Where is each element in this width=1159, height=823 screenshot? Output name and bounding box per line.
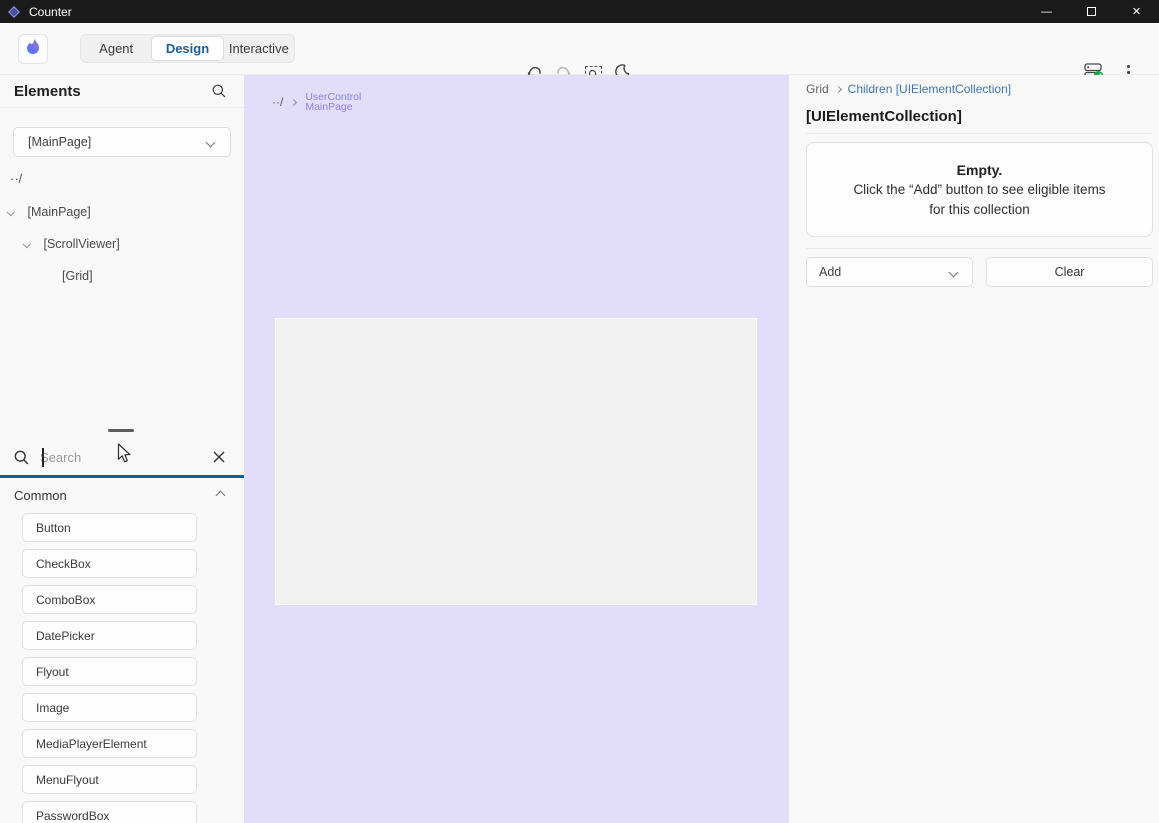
mode-switcher: Agent Design Interactive <box>80 34 295 63</box>
toolbar: Agent Design Interactive <box>0 23 1159 75</box>
empty-title: Empty. <box>807 160 1152 180</box>
add-dropdown[interactable]: Add <box>806 257 973 287</box>
toolbox-item-combobox[interactable]: ComboBox <box>22 585 197 614</box>
toolbox-section-common[interactable]: Common <box>0 484 244 506</box>
hot-design-flame-button[interactable] <box>18 34 48 64</box>
breadcrumb-grid[interactable]: Grid <box>806 82 829 96</box>
design-canvas[interactable]: ··/ UserControl MainPage <box>244 75 789 823</box>
elements-panel-header: Elements <box>0 75 244 108</box>
tree-item-label: [Grid] <box>62 269 93 283</box>
expander-chevron-icon[interactable] <box>7 208 15 216</box>
toolbox-item-button[interactable]: Button <box>22 513 197 542</box>
page-selector-dropdown[interactable]: [MainPage] <box>13 127 231 157</box>
tree-item-label: [MainPage] <box>28 205 91 219</box>
chevron-up-icon <box>216 490 226 500</box>
tab-agent[interactable]: Agent <box>81 35 151 62</box>
mainpage-design-surface[interactable] <box>275 318 757 605</box>
minimize-button[interactable]: — <box>1024 0 1069 23</box>
tree-item-scrollviewer[interactable]: [ScrollViewer] <box>24 234 120 254</box>
close-icon: ✕ <box>1132 5 1141 18</box>
maximize-icon <box>1087 7 1096 16</box>
toolbox-item-datepicker[interactable]: DatePicker <box>22 621 197 650</box>
empty-message-line2: for this collection <box>807 200 1152 220</box>
section-title: Common <box>14 488 217 503</box>
text-caret <box>42 448 44 467</box>
control-name-label: MainPage <box>305 102 361 112</box>
search-icon <box>211 83 227 102</box>
collection-title: [UIElementCollection] <box>806 108 962 125</box>
tree-root-crumb[interactable]: ··/ <box>10 171 22 186</box>
flame-icon <box>24 38 42 60</box>
chevron-right-icon <box>290 98 297 105</box>
tab-interactive[interactable]: Interactive <box>224 35 294 62</box>
tree-item-mainpage[interactable]: [MainPage] <box>8 202 91 222</box>
window-controls: — ✕ <box>1024 0 1159 23</box>
breadcrumb-children-collection[interactable]: Children [UIElementCollection] <box>848 82 1011 96</box>
app-logo-icon <box>7 5 21 19</box>
maximize-button[interactable] <box>1069 0 1114 23</box>
toolbox-item-menuflyout[interactable]: MenuFlyout <box>22 765 197 794</box>
breadcrumb-root[interactable]: ··/ <box>272 95 283 109</box>
toolbox-item-checkbox[interactable]: CheckBox <box>22 549 197 578</box>
property-breadcrumb: Grid Children [UIElementCollection] <box>806 82 1011 96</box>
chevron-right-icon <box>835 85 842 92</box>
elements-panel-title: Elements <box>14 83 81 100</box>
chevron-down-icon <box>206 137 216 147</box>
window-title: Counter <box>29 5 72 19</box>
toolbox-item-image[interactable]: Image <box>22 693 197 722</box>
tab-design[interactable]: Design <box>151 36 223 61</box>
add-dropdown-label: Add <box>819 265 950 279</box>
tree-item-grid[interactable]: [Grid] <box>62 266 93 286</box>
close-icon <box>212 450 226 467</box>
page-selector-value: [MainPage] <box>28 135 207 149</box>
breadcrumb-current[interactable]: UserControl MainPage <box>305 92 361 112</box>
toolbox-item-flyout[interactable]: Flyout <box>22 657 197 686</box>
toolbox-search-row <box>0 439 244 477</box>
divider <box>806 248 1153 249</box>
search-focus-underline <box>0 475 244 478</box>
close-search-button[interactable] <box>206 446 232 470</box>
close-button[interactable]: ✕ <box>1114 0 1159 23</box>
divider <box>806 133 1153 134</box>
elements-panel: Elements [MainPage] ··/ [MainPage] [Scro… <box>0 75 244 823</box>
expander-chevron-icon[interactable] <box>23 240 31 248</box>
tree-item-label: [ScrollViewer] <box>44 237 120 251</box>
elements-search-button[interactable] <box>206 80 232 104</box>
toolbox-item-passwordbox[interactable]: PasswordBox <box>22 801 197 823</box>
minimize-icon: — <box>1041 6 1052 18</box>
clear-button[interactable]: Clear <box>986 257 1153 287</box>
toolbox-item-mediaplayerelement[interactable]: MediaPlayerElement <box>22 729 197 758</box>
empty-collection-card: Empty. Click the “Add” button to see eli… <box>806 142 1153 237</box>
canvas-breadcrumb: ··/ UserControl MainPage <box>272 92 361 112</box>
search-icon <box>13 449 30 471</box>
properties-panel: Grid Children [UIElementCollection] [UIE… <box>789 75 1159 823</box>
title-bar: Counter — ✕ <box>0 0 1159 23</box>
toolbox-search-input[interactable] <box>40 442 200 472</box>
panel-resize-handle[interactable] <box>108 429 134 432</box>
empty-message-line1: Click the “Add” button to see eligible i… <box>807 180 1152 200</box>
chevron-down-icon <box>949 267 959 277</box>
